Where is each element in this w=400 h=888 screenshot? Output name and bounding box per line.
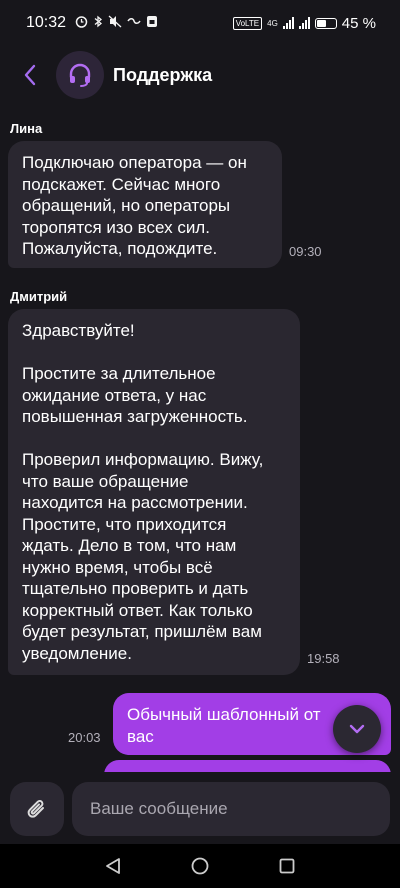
- back-triangle-icon: [106, 858, 121, 874]
- message-input[interactable]: [72, 782, 390, 836]
- status-bar: 10:32 VoLTE 4G 45 %: [0, 0, 400, 46]
- composer: [0, 772, 400, 844]
- network-type: 4G: [267, 18, 278, 28]
- message-bubble-incoming: Здравствуйте! Простите за длительное ожи…: [8, 309, 300, 675]
- chevron-left-icon: [24, 64, 36, 86]
- volte-badge: VoLTE: [232, 16, 263, 30]
- mute-icon: [108, 15, 122, 31]
- chevron-down-icon: [349, 724, 365, 734]
- message-sender: Дмитрий: [10, 289, 68, 304]
- nav-home-button[interactable]: [185, 851, 215, 881]
- message-time: 19:58: [307, 651, 340, 666]
- message-sender: Лина: [10, 121, 43, 136]
- avatar: [56, 51, 104, 99]
- battery-icon: [314, 17, 337, 29]
- tele2-icon: [127, 15, 141, 31]
- system-nav-bar: [0, 844, 400, 888]
- message-bubble-incoming: Подключаю оператора — он подскажет. Сейч…: [8, 141, 282, 268]
- status-time: 10:32: [26, 14, 67, 31]
- page-title: Поддержка: [113, 64, 213, 85]
- battery-fill: [316, 19, 326, 27]
- message-time: 09:30: [289, 244, 322, 259]
- alarm-icon: [75, 15, 88, 31]
- scroll-down-button[interactable]: [333, 705, 381, 753]
- paperclip-icon: [27, 800, 44, 818]
- back-button[interactable]: [16, 61, 44, 89]
- status-left: 10:32: [26, 14, 158, 32]
- status-right: VoLTE 4G 45 %: [232, 14, 376, 32]
- recents-square-icon: [279, 858, 295, 874]
- bluetooth-icon: [93, 15, 103, 31]
- sim-icon: [146, 15, 158, 31]
- message-time: 20:03: [68, 730, 101, 745]
- attach-button[interactable]: [10, 782, 64, 836]
- nav-back-button[interactable]: [98, 851, 128, 881]
- home-circle-icon: [191, 857, 209, 875]
- wifi-signal-icon: [282, 17, 294, 29]
- headset-icon: [69, 63, 91, 87]
- nav-recents-button[interactable]: [272, 851, 302, 881]
- cell-signal-icon: [298, 17, 310, 29]
- chat-header: Поддержка: [0, 46, 400, 104]
- battery-percent: 45 %: [341, 14, 376, 32]
